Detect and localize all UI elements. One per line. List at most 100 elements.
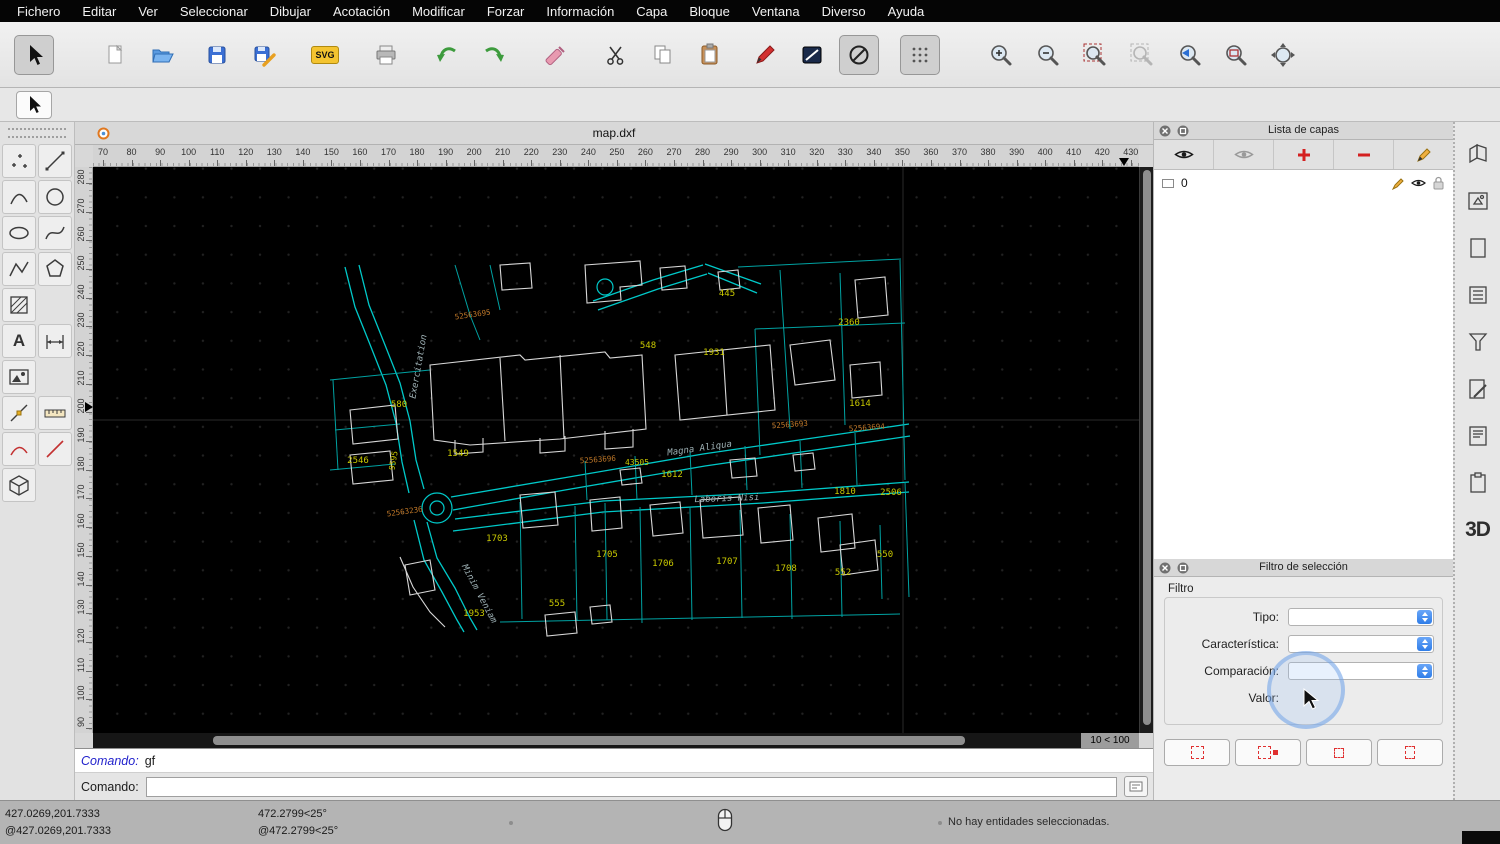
show-all-layers-button[interactable] <box>1154 140 1214 169</box>
svg-text:1549: 1549 <box>447 449 469 459</box>
menu-acotacion[interactable]: Acotación <box>322 4 401 19</box>
layer-panel-detach-button[interactable] <box>1177 125 1189 137</box>
add-layer-button[interactable] <box>1274 140 1334 169</box>
3d-view-button[interactable]: 3D <box>1465 518 1490 542</box>
command-input[interactable] <box>146 777 1117 797</box>
menu-ayuda[interactable]: Ayuda <box>877 4 936 19</box>
image-tool-button[interactable] <box>2 360 36 394</box>
comparison-combobox[interactable] <box>1288 662 1434 680</box>
select-tool-button[interactable] <box>14 35 54 75</box>
filter-deselect-button[interactable] <box>1235 739 1301 766</box>
open-file-button[interactable] <box>142 35 182 75</box>
svg-text:9595: 9595 <box>387 450 399 471</box>
layer-lock-icon[interactable] <box>1432 176 1445 190</box>
command-history-panel-button[interactable] <box>1460 418 1496 454</box>
menu-seleccionar[interactable]: Seleccionar <box>169 4 259 19</box>
print-button[interactable] <box>366 35 406 75</box>
menu-forzar[interactable]: Forzar <box>476 4 536 19</box>
filter-panel-close-button[interactable] <box>1159 562 1171 574</box>
menu-informacion[interactable]: Información <box>535 4 625 19</box>
svg-export-button[interactable]: SVG <box>305 35 345 75</box>
menu-diverso[interactable]: Diverso <box>811 4 877 19</box>
iso-projection-tool-button[interactable] <box>2 468 36 502</box>
menu-ventana[interactable]: Ventana <box>741 4 811 19</box>
circle-tool-button[interactable] <box>38 180 72 214</box>
save-button[interactable] <box>197 35 237 75</box>
type-combobox[interactable] <box>1288 608 1434 626</box>
pan-button[interactable] <box>1263 35 1303 75</box>
undo-button[interactable] <box>427 35 467 75</box>
vertical-scroll-thumb[interactable] <box>1143 170 1151 725</box>
filter-add-to-selection-button[interactable] <box>1306 739 1372 766</box>
previous-view-button[interactable] <box>1169 35 1209 75</box>
canvas-vertical-scrollbar[interactable] <box>1139 167 1153 733</box>
palette-drag-handle[interactable] <box>8 128 66 138</box>
delete-button[interactable] <box>535 35 575 75</box>
snap-tool-button[interactable] <box>2 396 36 430</box>
point-tool-button[interactable] <box>2 144 36 178</box>
sheet-panel-button[interactable] <box>1460 230 1496 266</box>
library-browser-panel-button[interactable] <box>1460 183 1496 219</box>
default-action-button[interactable] <box>16 91 52 119</box>
property-editor-panel-button[interactable] <box>1460 136 1496 172</box>
edit-layer-button[interactable] <box>1394 140 1453 169</box>
zoom-out-button[interactable] <box>1028 35 1068 75</box>
filter-panel-detach-button[interactable] <box>1177 562 1189 574</box>
save-as-button[interactable] <box>244 35 284 75</box>
cut-button[interactable] <box>596 35 636 75</box>
menu-bloque[interactable]: Bloque <box>678 4 740 19</box>
copy-button[interactable] <box>643 35 683 75</box>
redo-button[interactable] <box>474 35 514 75</box>
polyline-tool-button[interactable] <box>2 252 36 286</box>
menu-fichero[interactable]: Fichero <box>6 4 71 19</box>
draft-mode-button[interactable] <box>839 35 879 75</box>
menu-editar[interactable]: Editar <box>71 4 127 19</box>
pen-edit-button[interactable] <box>745 35 785 75</box>
layer-edit-icon[interactable] <box>1392 177 1405 190</box>
new-file-button[interactable] <box>95 35 135 75</box>
drawing-canvas[interactable]: 4452360548193116145802546154943505161218… <box>93 167 1139 733</box>
menu-ver[interactable]: Ver <box>127 4 169 19</box>
script-panel-button[interactable] <box>1460 371 1496 407</box>
layer-visibility-icon[interactable] <box>1411 178 1426 188</box>
filter-select-button[interactable] <box>1164 739 1230 766</box>
menu-capa[interactable]: Capa <box>625 4 678 19</box>
layer-panel-close-button[interactable] <box>1159 125 1171 137</box>
horizontal-scroll-thumb[interactable] <box>213 736 965 745</box>
remove-layer-button[interactable] <box>1334 140 1394 169</box>
dimension-tool-button[interactable] <box>38 324 72 358</box>
modify-line-tool-button[interactable] <box>38 432 72 466</box>
spline-tool-button[interactable] <box>38 216 72 250</box>
modify-arc-tool-button[interactable] <box>2 432 36 466</box>
ellipse-tool-button[interactable] <box>2 216 36 250</box>
block-list-panel-button[interactable] <box>1460 277 1496 313</box>
paste-button[interactable] <box>690 35 730 75</box>
clipboard-panel-button[interactable] <box>1460 465 1496 501</box>
measure-tool-button[interactable] <box>38 396 72 430</box>
menu-dibujar[interactable]: Dibujar <box>259 4 322 19</box>
selection-filter-panel-button[interactable] <box>1460 324 1496 360</box>
arc-tool-button[interactable] <box>2 180 36 214</box>
filter-remove-from-selection-button[interactable] <box>1377 739 1443 766</box>
text-tool-button[interactable]: A <box>2 324 36 358</box>
svg-text:2506: 2506 <box>880 488 902 498</box>
hide-all-layers-button[interactable] <box>1214 140 1274 169</box>
auto-zoom-button[interactable] <box>1075 35 1115 75</box>
grid-toggle-button[interactable] <box>900 35 940 75</box>
command-options-button[interactable] <box>1124 776 1148 797</box>
menu-modificar[interactable]: Modificar <box>401 4 476 19</box>
svg-text:1614: 1614 <box>849 399 871 409</box>
block-edit-button[interactable] <box>792 35 832 75</box>
hatch-tool-button[interactable] <box>2 288 36 322</box>
layer-row[interactable]: 0 <box>1154 173 1453 193</box>
value-input[interactable] <box>1288 689 1434 707</box>
zoom-in-button[interactable] <box>981 35 1021 75</box>
characteristic-combobox[interactable] <box>1288 635 1434 653</box>
zoom-window-button[interactable] <box>1216 35 1256 75</box>
layer-color-box[interactable] <box>1162 179 1174 188</box>
zoom-selection-button[interactable] <box>1122 35 1162 75</box>
line-tool-button[interactable] <box>38 144 72 178</box>
canvas-horizontal-scrollbar[interactable]: 10 < 100 <box>93 733 1139 748</box>
command-line: Comando: <box>75 772 1153 800</box>
polygon-tool-button[interactable] <box>38 252 72 286</box>
